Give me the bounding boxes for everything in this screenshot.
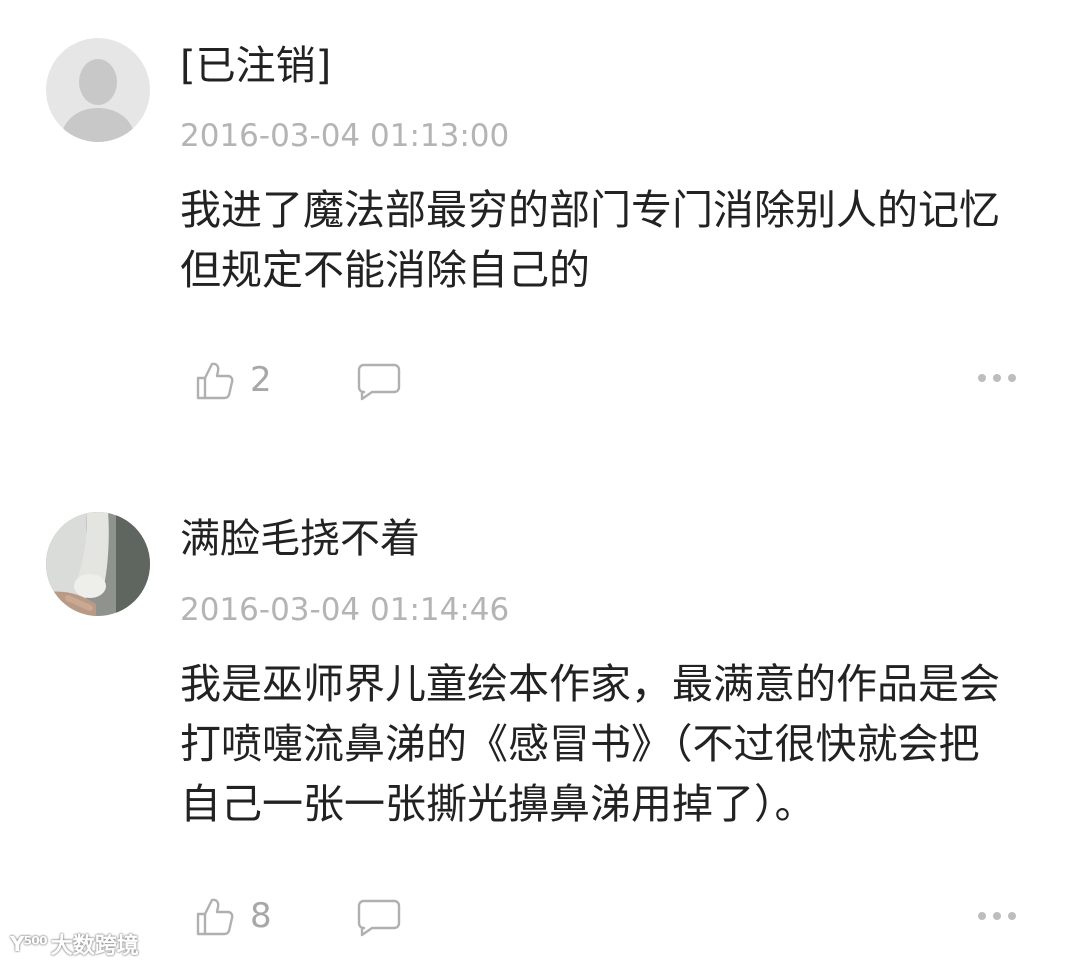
username[interactable]: 满脸毛挠不着 — [180, 515, 420, 563]
comment-icon[interactable] — [356, 898, 402, 938]
like-button[interactable]: 2 — [192, 358, 272, 402]
comment-icon[interactable] — [356, 362, 402, 402]
timestamp: 2016-03-04 01:14:46 — [180, 592, 510, 628]
comment-text: 我是巫师界儿童绘本作家，最满意的作品是会打喷嚏流鼻涕的《感冒书》（不过很快就会把… — [180, 660, 1000, 828]
default-avatar-icon — [46, 38, 150, 142]
like-button[interactable]: 8 — [192, 894, 272, 938]
watermark-text: 大数跨境 — [50, 934, 139, 959]
avatar[interactable] — [46, 38, 150, 142]
avatar[interactable] — [46, 512, 150, 616]
cat-paw-avatar — [46, 512, 150, 616]
watermark: Y⁵⁰⁰ 大数跨境 — [10, 928, 139, 960]
comment-item: 满脸毛挠不着 2016-03-04 01:14:46 我是巫师界儿童绘本作家，最… — [0, 470, 1072, 964]
thumbs-up-icon — [196, 362, 234, 400]
watermark-logo: Y⁵⁰⁰ — [10, 932, 48, 956]
more-options-icon[interactable] — [976, 372, 1018, 384]
comment-text: 我进了魔法部最穷的部门专门消除别人的记忆但规定不能消除自己的 — [180, 186, 1000, 294]
username[interactable]: [已注销] — [180, 42, 331, 90]
like-count: 2 — [250, 360, 272, 400]
thumbs-up-icon — [196, 898, 234, 936]
timestamp: 2016-03-04 01:13:00 — [180, 118, 510, 154]
more-options-icon[interactable] — [976, 910, 1018, 922]
like-count: 8 — [250, 896, 272, 936]
comment-item: [已注销] 2016-03-04 01:13:00 我进了魔法部最穷的部门专门消… — [0, 0, 1072, 470]
